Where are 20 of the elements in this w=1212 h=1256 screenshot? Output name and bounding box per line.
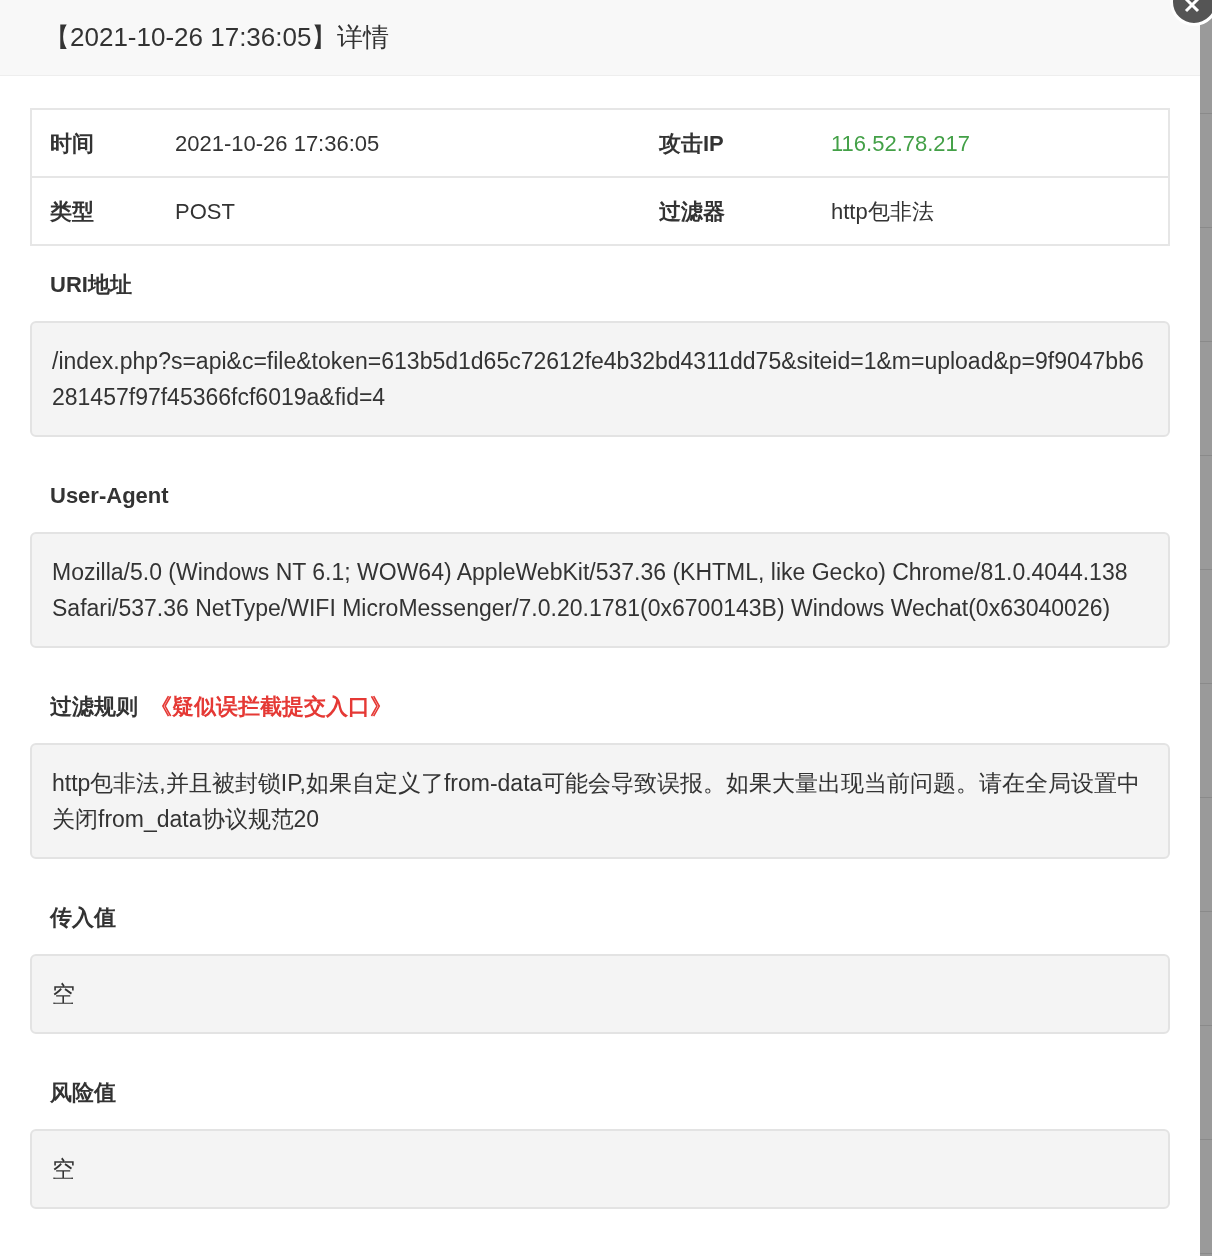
field-label: 攻击IP bbox=[659, 130, 724, 156]
field-label: 类型 bbox=[50, 198, 94, 224]
content-box: /index.php?s=api&c=file&token=613b5d1d65c72612fe4b32bd4311dd75&siteid=1&m=upload&p=9f9047bb6281457f97f45366fcf6019a&fid=4 bbox=[30, 321, 1170, 437]
content-box: http包非法,并且被封锁IP,如果自定义了from-data可能会导致误报。如果大量出现当前问题。请在全局设置中关闭from_data协议规范20 bbox=[30, 743, 1170, 859]
field-value: 116.52.78.217 bbox=[831, 130, 971, 156]
field-label: 时间 bbox=[50, 130, 94, 156]
content-box: 空 bbox=[30, 1129, 1170, 1209]
content-box: 空 bbox=[30, 954, 1170, 1034]
rule-name: 《疑似误拦截提交入口》 bbox=[150, 693, 392, 721]
section-heading: URI地址 bbox=[50, 271, 132, 299]
field-value: http包非法 bbox=[831, 198, 934, 224]
section-heading: 过滤规则 bbox=[50, 693, 138, 721]
field-label: 过滤器 bbox=[659, 198, 725, 224]
section-heading: User-Agent bbox=[50, 482, 169, 510]
content-box: Mozilla/5.0 (Windows NT 6.1; WOW64) AppleWebKit/537.36 (KHTML, like Gecko) Chrome/81.0.4044.138 Safari/537.36 NetType/WIFI MicroMessenger/7.0.20.1781(0x6700143B) Windows Wechat(0x63040026) bbox=[30, 532, 1170, 648]
section-heading: 风险值 bbox=[50, 1079, 116, 1107]
dialog-title: 【2021-10-26 17:36:05】详情 bbox=[44, 21, 390, 54]
field-value: POST bbox=[175, 198, 235, 224]
section-heading: 传入值 bbox=[50, 904, 116, 932]
field-value: 2021-10-26 17:36:05 bbox=[175, 130, 380, 156]
